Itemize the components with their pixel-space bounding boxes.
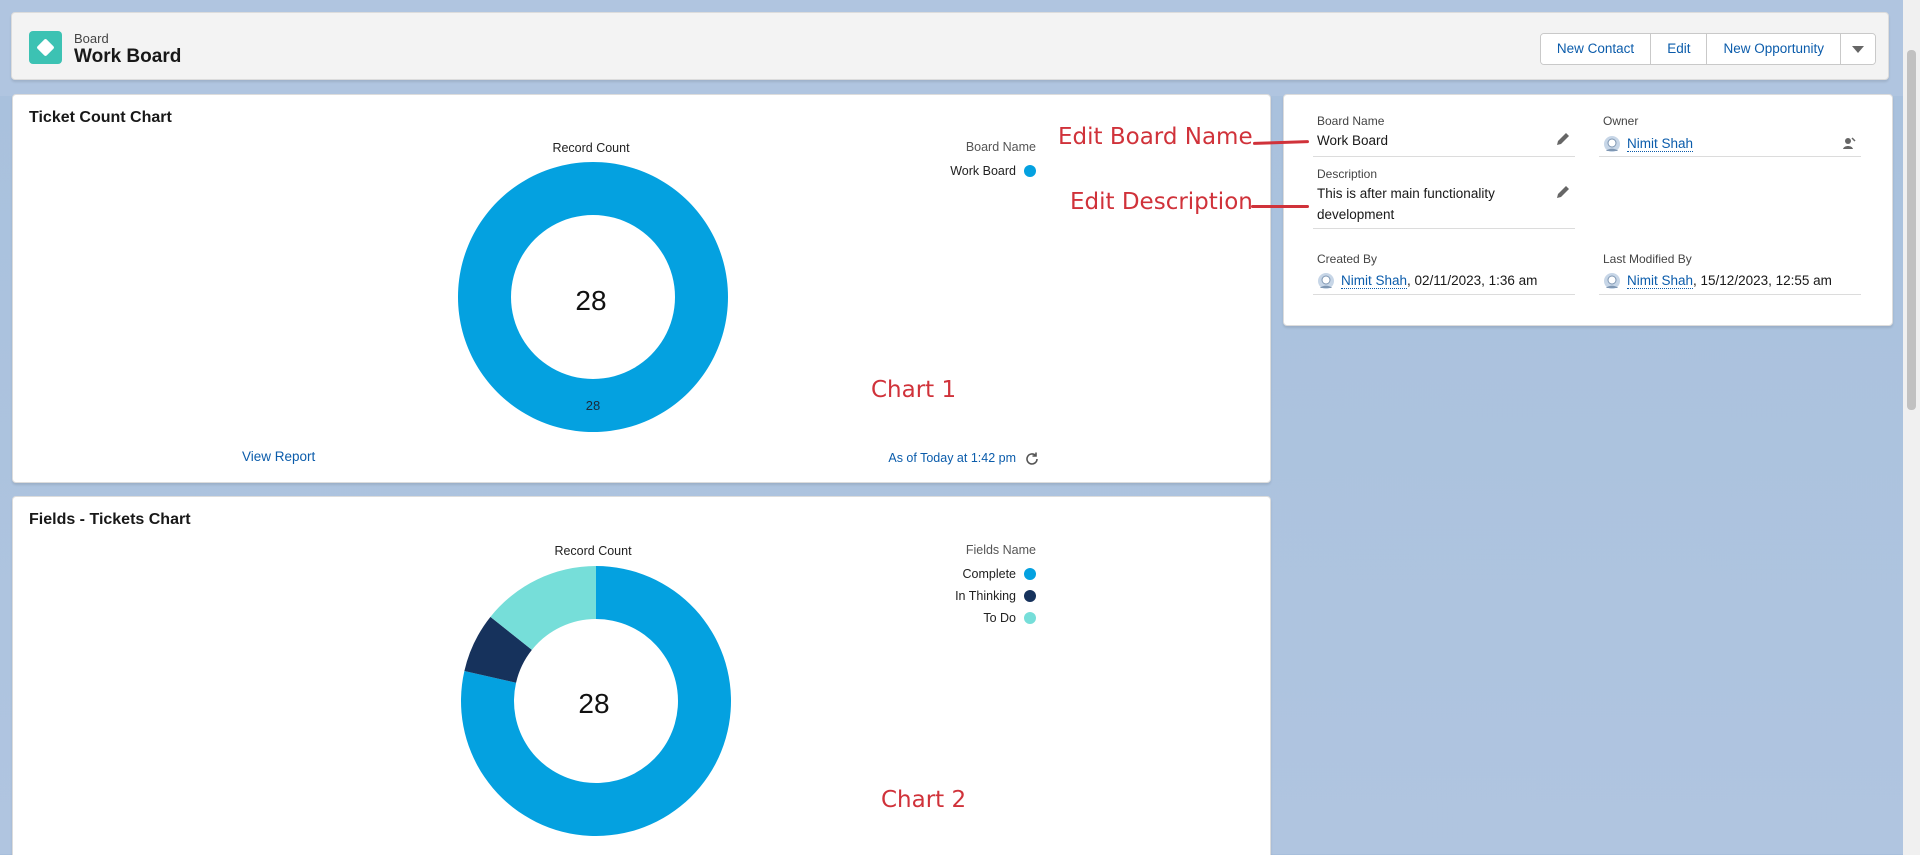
- last-modified-by-value: Nimit Shah, 15/12/2023, 12:55 am: [1603, 270, 1832, 291]
- created-by-user-link[interactable]: Nimit Shah: [1341, 273, 1408, 289]
- ticket-count-chart-card: Ticket Count Chart Record Count 28 28 Bo…: [12, 94, 1271, 483]
- legend-item-in-thinking[interactable]: In Thinking: [776, 589, 1036, 603]
- legend-swatch: [1024, 165, 1036, 177]
- object-type-label: Board: [74, 31, 109, 46]
- donut-center-total: 28: [578, 688, 610, 719]
- legend-item-work-board[interactable]: Work Board: [776, 164, 1036, 178]
- board-name-value: Work Board: [1317, 133, 1389, 148]
- legend-swatch: [1024, 612, 1036, 624]
- card-title: Ticket Count Chart: [29, 109, 172, 126]
- edit-description-annotation: Edit Description: [1070, 189, 1253, 215]
- legend-title: Board Name: [965, 140, 1036, 154]
- legend-swatch: [1024, 590, 1036, 602]
- donut-center-total: 28: [575, 285, 607, 316]
- owner-value: Nimit Shah: [1603, 133, 1694, 154]
- record-details-panel: Board Name Work Board Owner Nimit Shah D…: [1283, 94, 1893, 326]
- chart-1-annotation: Chart 1: [871, 377, 957, 403]
- field-divider: [1599, 294, 1861, 295]
- refresh-timestamp: As of Today at 1:42 pm: [888, 451, 1016, 465]
- record-header: Board Work Board New Contact Edit New Op…: [11, 12, 1889, 80]
- card-title: Fields - Tickets Chart: [29, 511, 191, 528]
- owner-label: Owner: [1603, 114, 1639, 128]
- more-actions-button[interactable]: [1841, 34, 1875, 64]
- edit-board-name-pencil-icon[interactable]: [1555, 131, 1571, 147]
- legend-label: Work Board: [950, 164, 1016, 178]
- new-opportunity-button[interactable]: New Opportunity: [1707, 34, 1841, 64]
- legend-label: In Thinking: [955, 589, 1016, 603]
- view-report-link[interactable]: View Report: [242, 449, 315, 464]
- scrollbar-thumb[interactable]: [1907, 50, 1916, 410]
- fields-tickets-chart-card: Fields - Tickets Chart Record Count 28 F…: [12, 496, 1271, 855]
- legend-item-to-do[interactable]: To Do: [776, 611, 1036, 625]
- created-by-date: , 02/11/2023, 1:36 am: [1407, 273, 1538, 288]
- edit-description-pencil-icon[interactable]: [1555, 184, 1571, 200]
- legend-swatch: [1024, 568, 1036, 580]
- legend-item-complete[interactable]: Complete: [776, 567, 1036, 581]
- legend-label: Complete: [962, 567, 1017, 581]
- field-divider: [1313, 156, 1575, 157]
- user-avatar-icon: [1604, 273, 1620, 290]
- page-scrollbar[interactable]: [1903, 0, 1920, 855]
- annotation-pointer: [1251, 205, 1309, 208]
- slice-value-label: 28: [586, 398, 600, 413]
- chevron-down-icon: [1852, 45, 1864, 53]
- legend-title: Fields Name: [965, 543, 1036, 557]
- modified-by-date: , 15/12/2023, 12:55 am: [1693, 273, 1832, 288]
- new-contact-button[interactable]: New Contact: [1540, 34, 1652, 64]
- field-divider: [1313, 294, 1575, 295]
- description-value: This is after main functionality develop…: [1317, 186, 1495, 222]
- created-by-label: Created By: [1317, 252, 1378, 266]
- refresh-icon[interactable]: [1024, 451, 1040, 467]
- chart-2-annotation: Chart 2: [881, 787, 967, 813]
- change-owner-icon[interactable]: [1841, 135, 1857, 151]
- owner-link[interactable]: Nimit Shah: [1627, 136, 1694, 152]
- edit-button[interactable]: Edit: [1651, 34, 1708, 64]
- user-avatar-icon: [1604, 136, 1620, 153]
- description-label: Description: [1317, 167, 1378, 181]
- created-by-value: Nimit Shah, 02/11/2023, 1:36 am: [1317, 270, 1537, 291]
- record-title: Work Board: [74, 46, 182, 67]
- field-divider: [1599, 156, 1861, 157]
- modified-by-user-link[interactable]: Nimit Shah: [1627, 273, 1694, 289]
- edit-board-name-annotation: Edit Board Name: [1058, 124, 1253, 150]
- user-avatar-icon: [1318, 273, 1334, 290]
- board-name-label: Board Name: [1317, 114, 1385, 128]
- field-divider: [1313, 228, 1575, 229]
- legend-label: To Do: [983, 611, 1016, 625]
- last-modified-by-label: Last Modified By: [1603, 252, 1692, 266]
- header-actions: New Contact Edit New Opportunity: [1539, 33, 1876, 65]
- board-object-icon: [29, 31, 62, 64]
